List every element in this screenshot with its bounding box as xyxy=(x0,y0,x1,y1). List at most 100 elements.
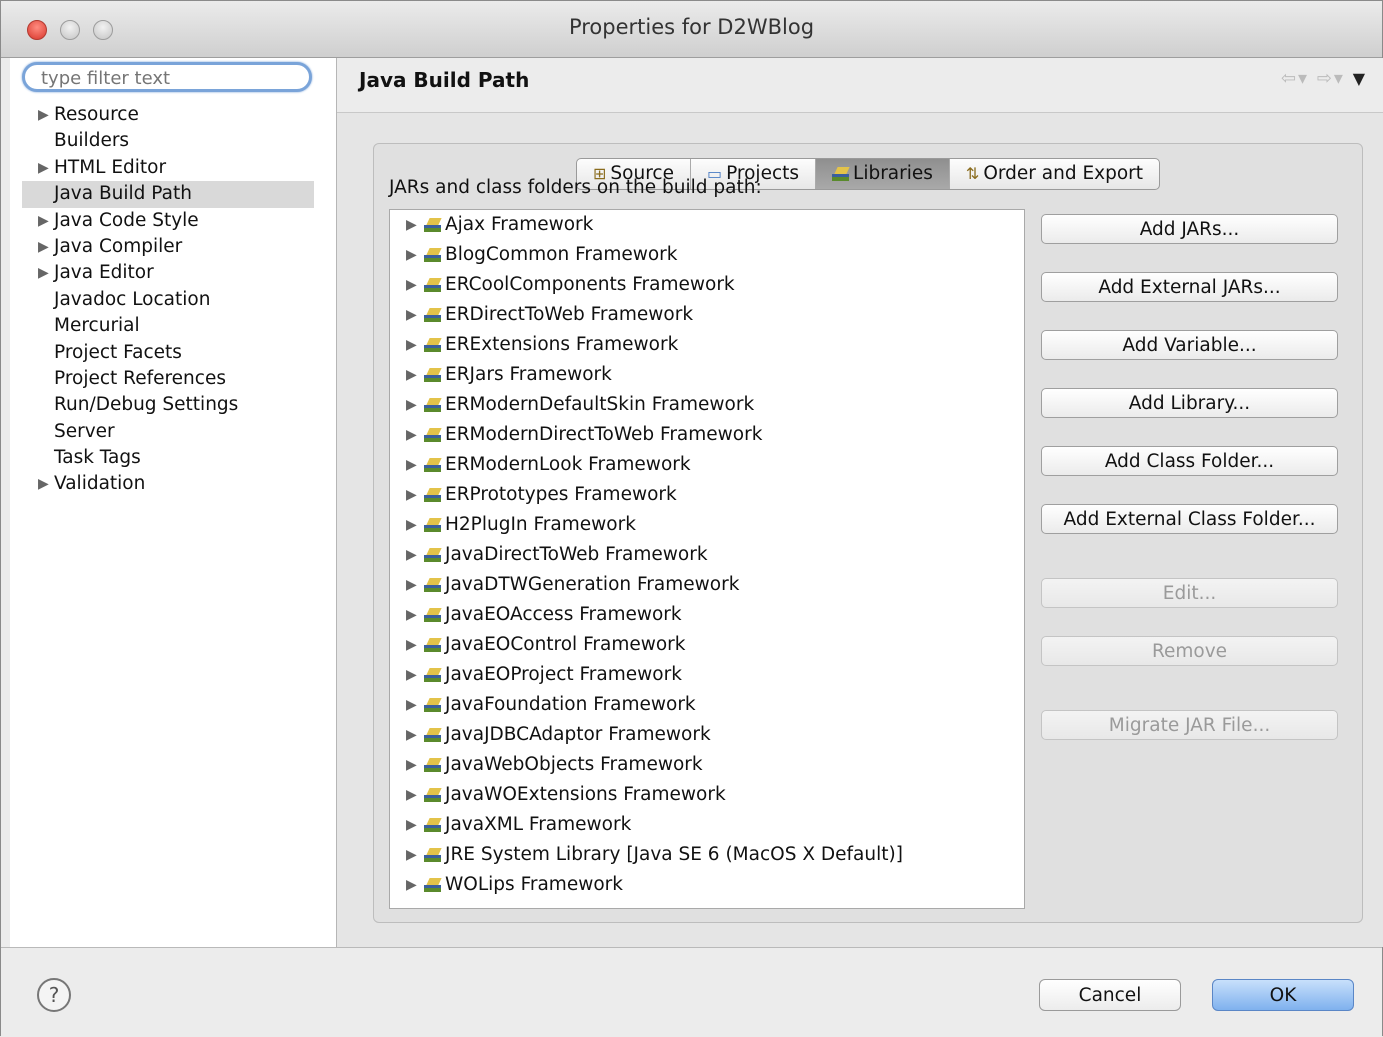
library-icon xyxy=(424,608,442,622)
sidebar-item-label: Run/Debug Settings xyxy=(54,394,239,416)
library-row[interactable]: ▶ JavaEOAccess Framework xyxy=(390,600,1024,630)
expand-arrow-icon[interactable]: ▶ xyxy=(406,510,424,540)
sidebar-item-mercurial[interactable]: Mercurial xyxy=(10,313,336,339)
expand-arrow-icon[interactable]: ▶ xyxy=(406,690,424,720)
sidebar-item-javadoc-location[interactable]: Javadoc Location xyxy=(10,287,336,313)
edit-button[interactable]: Edit... xyxy=(1041,578,1338,608)
sidebar-item-label: Mercurial xyxy=(54,315,140,337)
filter-input[interactable] xyxy=(39,67,293,90)
library-row[interactable]: ▶ ERPrototypes Framework xyxy=(390,480,1024,510)
library-row[interactable]: ▶ Ajax Framework xyxy=(390,210,1024,240)
tab-label: Libraries xyxy=(853,163,933,184)
library-icon xyxy=(424,668,442,682)
expand-arrow-icon[interactable]: ▶ xyxy=(38,260,49,286)
library-icon xyxy=(424,698,442,712)
add-library-button[interactable]: Add Library... xyxy=(1041,388,1338,418)
expand-arrow-icon[interactable]: ▶ xyxy=(406,660,424,690)
tab-libraries[interactable]: Libraries xyxy=(816,159,950,189)
sidebar-item-project-facets[interactable]: Project Facets xyxy=(10,340,336,366)
library-label: JavaWOExtensions Framework xyxy=(445,784,726,805)
expand-arrow-icon[interactable]: ▶ xyxy=(406,570,424,600)
expand-arrow-icon[interactable]: ▶ xyxy=(406,420,424,450)
add-external-class-folder-button[interactable]: Add External Class Folder... xyxy=(1041,504,1338,534)
library-row[interactable]: ▶ JavaEOControl Framework xyxy=(390,630,1024,660)
library-row[interactable]: ▶ WOLips Framework xyxy=(390,870,1024,900)
add-external-jars-button[interactable]: Add External JARs... xyxy=(1041,272,1338,302)
library-row[interactable]: ▶ JavaWOExtensions Framework xyxy=(390,780,1024,810)
library-row[interactable]: ▶ ERCoolComponents Framework xyxy=(390,270,1024,300)
expand-arrow-icon[interactable]: ▶ xyxy=(406,450,424,480)
properties-dialog: Properties for D2WBlog ▶Resource Builder… xyxy=(0,0,1383,1037)
tab-order-and-export[interactable]: ⇅ Order and Export xyxy=(950,159,1159,189)
expand-arrow-icon[interactable]: ▶ xyxy=(406,750,424,780)
view-menu-icon[interactable]: ▼ xyxy=(1353,69,1367,88)
cancel-button[interactable]: Cancel xyxy=(1039,979,1181,1011)
expand-arrow-icon[interactable]: ▶ xyxy=(406,300,424,330)
add-variable-button[interactable]: Add Variable... xyxy=(1041,330,1338,360)
sidebar-item-run-debug-settings[interactable]: Run/Debug Settings xyxy=(10,392,336,418)
add-jars-button[interactable]: Add JARs... xyxy=(1041,214,1338,244)
ok-button[interactable]: OK xyxy=(1212,979,1354,1011)
expand-arrow-icon[interactable]: ▶ xyxy=(406,270,424,300)
expand-arrow-icon[interactable]: ▶ xyxy=(406,540,424,570)
expand-arrow-icon[interactable]: ▶ xyxy=(406,840,424,870)
sidebar-item-task-tags[interactable]: Task Tags xyxy=(10,445,336,471)
library-row[interactable]: ▶ H2PlugIn Framework xyxy=(390,510,1024,540)
expand-arrow-icon[interactable]: ▶ xyxy=(38,102,49,128)
sidebar-item-html-editor[interactable]: ▶ HTML Editor xyxy=(10,155,336,181)
sidebar-item-server[interactable]: Server xyxy=(10,419,336,445)
library-row[interactable]: ▶ JavaDirectToWeb Framework xyxy=(390,540,1024,570)
library-row[interactable]: ▶ JavaDTWGeneration Framework xyxy=(390,570,1024,600)
library-icon xyxy=(424,428,442,442)
sidebar-item-validation[interactable]: ▶ Validation xyxy=(10,471,336,497)
expand-arrow-icon[interactable]: ▶ xyxy=(406,630,424,660)
expand-arrow-icon[interactable]: ▶ xyxy=(406,390,424,420)
library-row[interactable]: ▶ JRE System Library [Java SE 6 (MacOS X … xyxy=(390,840,1024,870)
library-row[interactable]: ▶ ERDirectToWeb Framework xyxy=(390,300,1024,330)
library-row[interactable]: ▶ ERModernDefaultSkin Framework xyxy=(390,390,1024,420)
expand-arrow-icon[interactable]: ▶ xyxy=(406,330,424,360)
sidebar-item-builders[interactable]: Builders xyxy=(10,128,336,154)
expand-arrow-icon[interactable]: ▶ xyxy=(406,870,424,900)
library-label: ERDirectToWeb Framework xyxy=(445,304,694,325)
library-row[interactable]: ▶ ERExtensions Framework xyxy=(390,330,1024,360)
library-icon xyxy=(424,638,442,652)
add-class-folder-button[interactable]: Add Class Folder... xyxy=(1041,446,1338,476)
sidebar-item-resource[interactable]: ▶ Resource xyxy=(10,102,336,128)
library-row[interactable]: ▶ ERJars Framework xyxy=(390,360,1024,390)
sidebar-item-java-compiler[interactable]: ▶ Java Compiler xyxy=(10,234,336,260)
expand-arrow-icon[interactable]: ▶ xyxy=(38,155,49,181)
library-row[interactable]: ▶ BlogCommon Framework xyxy=(390,240,1024,270)
library-row[interactable]: ▶ JavaXML Framework xyxy=(390,810,1024,840)
library-row[interactable]: ▶ ERModernDirectToWeb Framework xyxy=(390,420,1024,450)
expand-arrow-icon[interactable]: ▶ xyxy=(38,234,49,260)
library-row[interactable]: ▶ JavaWebObjects Framework xyxy=(390,750,1024,780)
expand-arrow-icon[interactable]: ▶ xyxy=(406,210,424,240)
expand-arrow-icon[interactable]: ▶ xyxy=(406,810,424,840)
expand-arrow-icon[interactable]: ▶ xyxy=(406,360,424,390)
migrate-jar-button[interactable]: Migrate JAR File... xyxy=(1041,710,1338,740)
expand-arrow-icon[interactable]: ▶ xyxy=(406,600,424,630)
expand-arrow-icon[interactable]: ▶ xyxy=(406,780,424,810)
forward-arrow-icon[interactable]: ⇨▾ xyxy=(1317,68,1345,89)
library-row[interactable]: ▶ JavaEOProject Framework xyxy=(390,660,1024,690)
expand-arrow-icon[interactable]: ▶ xyxy=(406,720,424,750)
expand-arrow-icon[interactable]: ▶ xyxy=(406,480,424,510)
library-icon xyxy=(424,728,442,742)
library-label: JavaEOAccess Framework xyxy=(445,604,682,625)
help-icon[interactable]: ? xyxy=(37,978,71,1012)
library-row[interactable]: ▶ JavaJDBCAdaptor Framework xyxy=(390,720,1024,750)
libraries-list[interactable]: ▶ Ajax Framework ▶ BlogCommon Framework ▶ ERC… xyxy=(389,209,1025,909)
expand-arrow-icon[interactable]: ▶ xyxy=(406,240,424,270)
sidebar-item-java-code-style[interactable]: ▶ Java Code Style xyxy=(10,208,336,234)
library-row[interactable]: ▶ JavaFoundation Framework xyxy=(390,690,1024,720)
sidebar-item-java-build-path[interactable]: Java Build Path xyxy=(22,181,314,208)
sidebar-item-project-references[interactable]: Project References xyxy=(10,366,336,392)
library-row[interactable]: ▶ ERModernLook Framework xyxy=(390,450,1024,480)
title-bar[interactable]: Properties for D2WBlog xyxy=(1,1,1382,58)
remove-button[interactable]: Remove xyxy=(1041,636,1338,666)
expand-arrow-icon[interactable]: ▶ xyxy=(38,471,49,497)
back-arrow-icon[interactable]: ⇦▾ xyxy=(1281,68,1309,89)
sidebar-item-java-editor[interactable]: ▶ Java Editor xyxy=(10,260,336,286)
expand-arrow-icon[interactable]: ▶ xyxy=(38,208,49,234)
